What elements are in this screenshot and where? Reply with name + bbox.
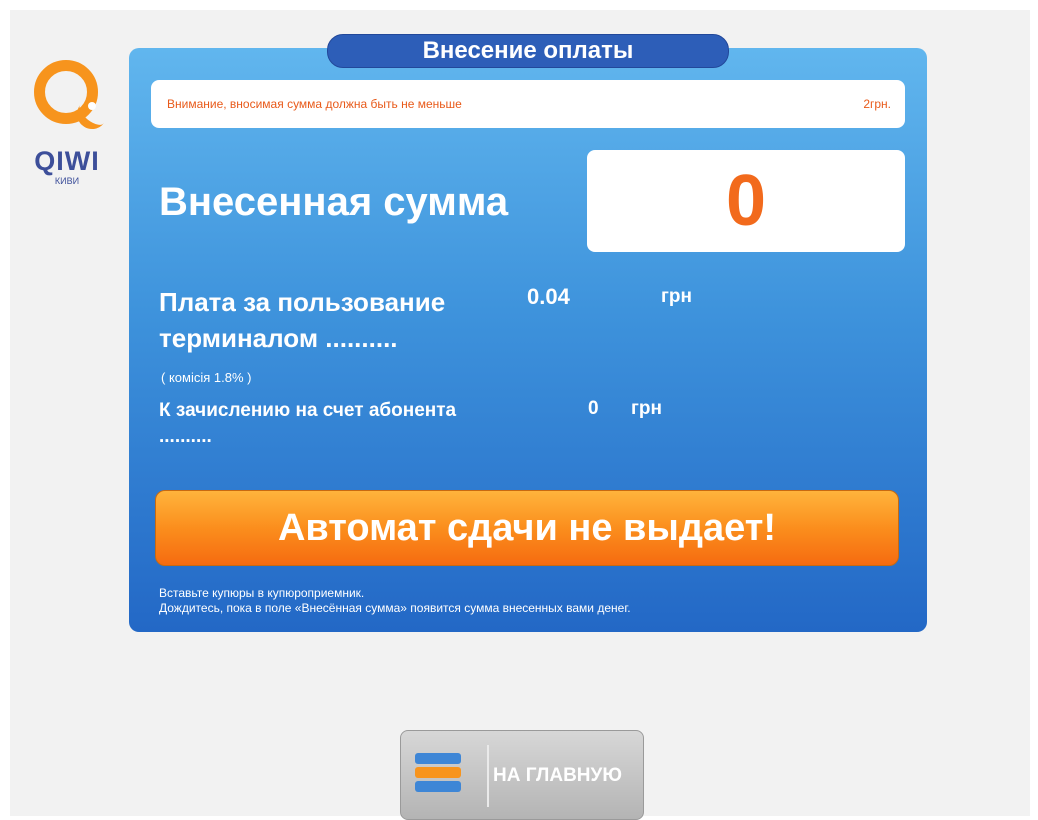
- terminal-fee-value: 0.04: [527, 284, 570, 309]
- commission-note: ( комісія 1.8% ): [161, 370, 252, 385]
- home-button[interactable]: НА ГЛАВНУЮ: [400, 730, 644, 820]
- panel-title: Внесение оплаты: [327, 34, 729, 68]
- qiwi-logo: QIWI КИВИ: [22, 50, 112, 190]
- warning-amount: 2грн.: [863, 97, 891, 111]
- warning-text: Внимание, вносимая сумма должна быть не …: [167, 97, 462, 111]
- home-button-label: НА ГЛАВНУЮ: [493, 765, 622, 786]
- no-change-button[interactable]: Автомат сдачи не выдает!: [155, 490, 899, 566]
- terminal-fee-label: Плата за пользование терминалом ........…: [159, 287, 446, 353]
- qiwi-logo-text: QIWI: [34, 146, 100, 176]
- hint-line-1: Вставьте купюры в купюроприемник.: [159, 586, 365, 600]
- qiwi-logo-subtext: КИВИ: [54, 176, 80, 186]
- deposited-sum-label: Внесенная сумма: [159, 180, 509, 224]
- terminal-screen: QIWI КИВИ Внесение оплаты Внимание, внос…: [10, 10, 1030, 820]
- terminal-fee-currency: грн: [661, 286, 692, 307]
- deposited-sum-value: 0: [587, 150, 905, 252]
- qiwi-logo-dot-icon: [88, 102, 96, 110]
- credit-to-account-currency: грн: [631, 398, 662, 419]
- payment-panel: Внесение оплаты Внимание, вносимая сумма…: [129, 34, 927, 632]
- credit-to-account-value: 0: [588, 398, 599, 419]
- credit-to-account-label: К зачислению на счет абонента ..........: [159, 400, 457, 447]
- instructions-hint: Вставьте купюры в купюроприемник. Дождит…: [159, 586, 899, 616]
- home-button-divider: [487, 745, 489, 807]
- home-stack-icon: [415, 753, 461, 799]
- minimum-amount-warning: Внимание, вносимая сумма должна быть не …: [151, 80, 905, 128]
- hint-line-2: Дождитесь, пока в поле «Внесённая сумма»…: [159, 601, 631, 615]
